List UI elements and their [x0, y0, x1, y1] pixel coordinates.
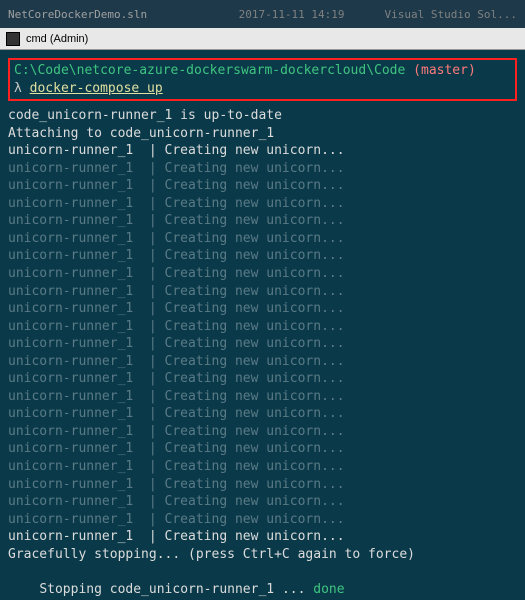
log-line: unicorn-runner_1 | Creating new unicorn.… — [8, 265, 517, 283]
log-line: unicorn-runner_1 | Creating new unicorn.… — [8, 493, 517, 511]
log-line: unicorn-runner_1 | Creating new unicorn.… — [8, 300, 517, 318]
log-line: unicorn-runner_1 | Creating new unicorn.… — [8, 388, 517, 406]
log-line: unicorn-runner_1 | Creating new unicorn.… — [8, 212, 517, 230]
file-type: Visual Studio Sol... — [385, 8, 517, 21]
log-line: unicorn-runner_1 | Creating new unicorn.… — [8, 335, 517, 353]
log-line: unicorn-runner_1 | Creating new unicorn.… — [8, 440, 517, 458]
prompt-symbol: λ — [14, 81, 22, 96]
cmd-icon — [6, 32, 20, 46]
file-explorer-row: NetCoreDockerDemo.sln 2017-11-11 14:19 V… — [0, 0, 525, 28]
file-date: 2017-11-11 14:19 — [239, 8, 345, 21]
log-line: unicorn-runner_1 | Creating new unicorn.… — [8, 511, 517, 529]
log-line: unicorn-runner_1 | Creating new unicorn.… — [8, 370, 517, 388]
prompt-line-1: C:\Code\netcore-azure-dockerswarm-docker… — [14, 62, 511, 80]
log-line: unicorn-runner_1 | Creating new unicorn.… — [8, 177, 517, 195]
log-line: unicorn-runner_1 | Creating new unicorn.… — [8, 142, 517, 160]
output-graceful: Gracefully stopping... (press Ctrl+C aga… — [8, 546, 517, 564]
log-line: unicorn-runner_1 | Creating new unicorn.… — [8, 160, 517, 178]
window-title: cmd (Admin) — [26, 33, 88, 45]
stopping-prefix: Stopping code_unicorn-runner_1 ... — [39, 582, 313, 597]
log-line: unicorn-runner_1 | Creating new unicorn.… — [8, 476, 517, 494]
command-line-1: λ docker-compose up — [14, 80, 511, 98]
log-line: unicorn-runner_1 | Creating new unicorn.… — [8, 247, 517, 265]
log-line: unicorn-runner_1 | Creating new unicorn.… — [8, 195, 517, 213]
log-lines-container: unicorn-runner_1 | Creating new unicorn.… — [8, 142, 517, 546]
log-line: unicorn-runner_1 | Creating new unicorn.… — [8, 405, 517, 423]
log-line: unicorn-runner_1 | Creating new unicorn.… — [8, 318, 517, 336]
terminal-body[interactable]: C:\Code\netcore-azure-dockerswarm-docker… — [0, 50, 525, 600]
output-stopping: Stopping code_unicorn-runner_1 ... done — [8, 563, 517, 600]
log-line: unicorn-runner_1 | Creating new unicorn.… — [8, 528, 517, 546]
output-attaching: Attaching to code_unicorn-runner_1 — [8, 125, 517, 143]
window-title-bar[interactable]: cmd (Admin) — [0, 28, 525, 50]
file-name: NetCoreDockerDemo.sln — [8, 8, 239, 21]
command-text: docker-compose up — [30, 81, 163, 96]
prompt-path: C:\Code\netcore-azure-dockerswarm-docker… — [14, 63, 405, 78]
log-line: unicorn-runner_1 | Creating new unicorn.… — [8, 423, 517, 441]
log-line: unicorn-runner_1 | Creating new unicorn.… — [8, 230, 517, 248]
log-line: unicorn-runner_1 | Creating new unicorn.… — [8, 458, 517, 476]
done-text: done — [313, 582, 344, 597]
log-line: unicorn-runner_1 | Creating new unicorn.… — [8, 283, 517, 301]
prompt-branch: (master) — [413, 63, 476, 78]
output-uptodate: code_unicorn-runner_1 is up-to-date — [8, 107, 517, 125]
log-line: unicorn-runner_1 | Creating new unicorn.… — [8, 353, 517, 371]
highlight-box: C:\Code\netcore-azure-dockerswarm-docker… — [8, 58, 517, 101]
